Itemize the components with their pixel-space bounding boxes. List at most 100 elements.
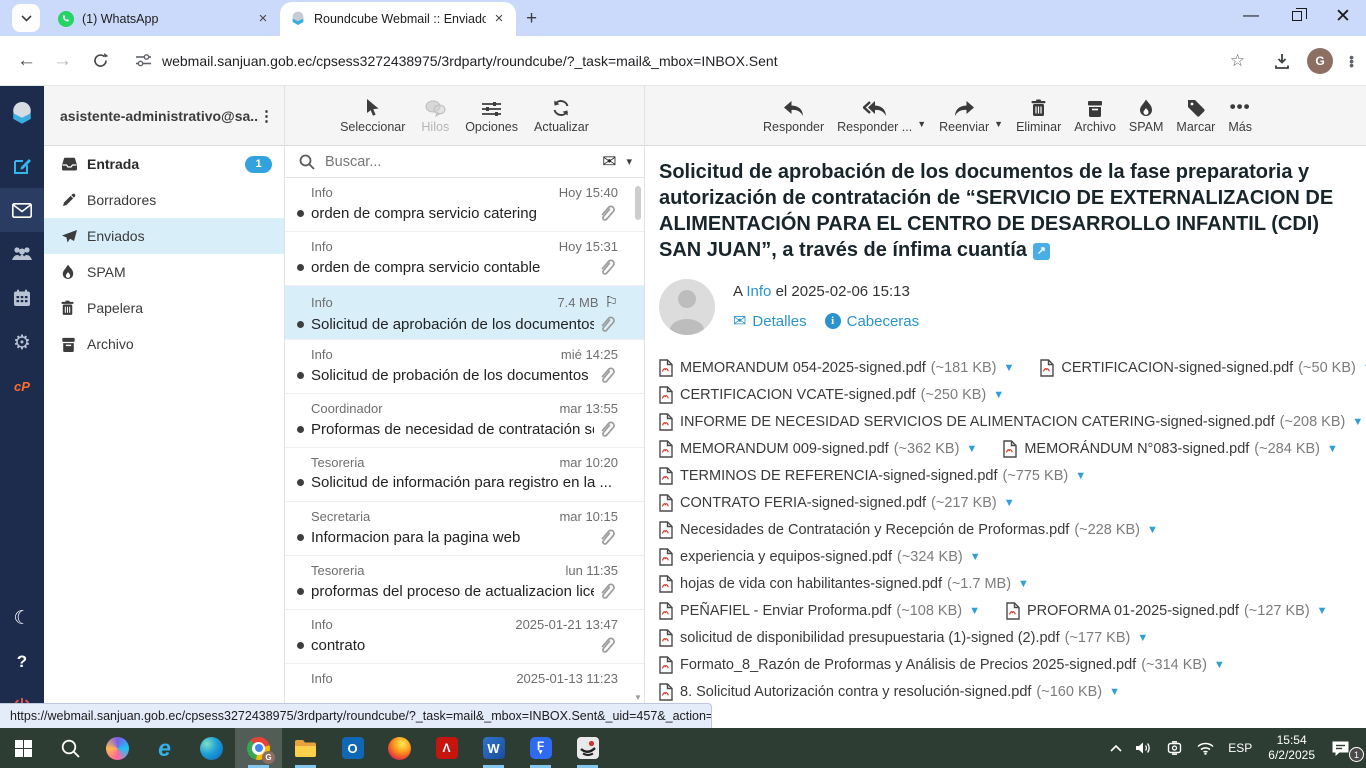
message-row[interactable]: Info mié 14:25 ⚐ Solicitud de probación … <box>285 340 644 394</box>
folder-item-archivo[interactable]: Archivo <box>44 326 284 362</box>
message-row[interactable]: Tesoreria lun 11:35 ⚐ proformas del proc… <box>285 556 644 610</box>
message-row[interactable]: Info 7.4 MB ⚐ Solicitud de aprobación de… <box>285 286 644 340</box>
search-scope-mail-icon[interactable]: ✉ <box>602 152 616 172</box>
attachment-item[interactable]: solicitud de disponibilidad presupuestar… <box>659 629 1148 647</box>
taskbar-acrobat[interactable]: Λ <box>423 728 470 768</box>
attachment-menu-caret[interactable]: ▼ <box>1137 632 1148 644</box>
attachment-item[interactable]: Formato_8_Razón de Proformas y Análisis … <box>659 656 1225 674</box>
spam-button[interactable]: SPAM <box>1129 97 1163 134</box>
attachment-menu-caret[interactable]: ▼ <box>1075 470 1086 482</box>
attachment-item[interactable]: PEÑAFIEL - Enviar Proforma.pdf (~108 KB)… <box>659 602 980 620</box>
forward-menu-caret[interactable]: ▼ <box>994 119 1003 129</box>
attachment-item[interactable]: 8. Solicitud Autorización contra y resol… <box>659 683 1120 701</box>
taskbar-file-explorer[interactable] <box>282 728 329 768</box>
account-menu-icon[interactable]: ⋮ <box>259 107 274 125</box>
settings-nav-button[interactable]: ⚙ <box>0 320 44 364</box>
taskbar-copilot[interactable] <box>94 728 141 768</box>
taskbar-chrome[interactable]: G <box>235 728 282 768</box>
message-row[interactable]: Tesoreria mar 10:20 ⚐ Solicitud de infor… <box>285 448 644 502</box>
help-button[interactable]: ? <box>0 640 44 684</box>
notification-center-button[interactable]: 1 <box>1324 728 1366 768</box>
attachment-menu-caret[interactable]: ▼ <box>1018 578 1029 590</box>
attachment-menu-caret[interactable]: ▼ <box>969 605 980 617</box>
message-row[interactable]: Info 2025-01-21 13:47 ⚐ contrato <box>285 610 644 664</box>
message-row[interactable]: Coordinador mar 13:55 ⚐ Proformas de nec… <box>285 394 644 448</box>
folder-item-papelera[interactable]: Papelera <box>44 290 284 326</box>
attachment-item[interactable]: CERTIFICACION-signed-signed.pdf (~50 KB)… <box>1040 359 1366 377</box>
attachment-menu-caret[interactable]: ▼ <box>1004 497 1015 509</box>
profile-avatar[interactable]: G <box>1307 47 1334 74</box>
reply-all-menu-caret[interactable]: ▼ <box>917 119 926 129</box>
attachment-menu-caret[interactable]: ▼ <box>1352 416 1363 428</box>
tab-close-icon[interactable]: × <box>490 10 508 28</box>
message-row[interactable]: Secretaria mar 10:15 ⚐ Informacion para … <box>285 502 644 556</box>
attachment-menu-caret[interactable]: ▼ <box>966 443 977 455</box>
taskbar-search-button[interactable] <box>47 728 94 768</box>
delete-button[interactable]: Eliminar <box>1016 97 1061 134</box>
attachment-item[interactable]: CONTRATO FERIA-signed-signed.pdf (~217 K… <box>659 494 1015 512</box>
attachment-menu-caret[interactable]: ▼ <box>1004 362 1015 374</box>
taskbar-f-app[interactable]: F ▾ <box>517 728 564 768</box>
select-button[interactable]: Seleccionar <box>340 97 405 134</box>
taskbar-firefox[interactable] <box>376 728 423 768</box>
taskbar-outlook[interactable]: O <box>329 728 376 768</box>
attachment-menu-caret[interactable]: ▼ <box>1327 443 1338 455</box>
attachment-item[interactable]: MEMORÁNDUM N°083-signed.pdf (~284 KB) ▼ <box>1003 440 1338 458</box>
new-tab-button[interactable]: + <box>526 8 537 30</box>
mark-button[interactable]: Marcar <box>1176 97 1215 134</box>
refresh-button[interactable]: Actualizar <box>534 97 589 134</box>
bookmark-star-icon[interactable]: ☆ <box>1230 51 1245 71</box>
browser-menu-icon[interactable]: • • • <box>1349 50 1354 72</box>
reload-button[interactable] <box>92 52 109 69</box>
mail-nav-button[interactable] <box>0 188 44 232</box>
folder-item-enviados[interactable]: Enviados <box>44 218 284 254</box>
message-row[interactable]: Info Hoy 15:31 ⚐ orden de compra servici… <box>285 232 644 286</box>
attachment-item[interactable]: MEMORANDUM 009-signed.pdf (~362 KB) ▼ <box>659 440 977 458</box>
window-close-button[interactable]: ✕ <box>1320 0 1366 32</box>
attachment-menu-caret[interactable]: ▼ <box>1147 524 1158 536</box>
taskbar-word[interactable]: W <box>470 728 517 768</box>
compose-button[interactable] <box>0 144 44 188</box>
attachment-menu-caret[interactable]: ▼ <box>1109 686 1120 698</box>
attachment-item[interactable]: MEMORANDUM 054-2025-signed.pdf (~181 KB)… <box>659 359 1014 377</box>
tab-search-button[interactable] <box>12 4 40 32</box>
more-button[interactable]: ••• Más <box>1228 97 1252 134</box>
language-indicator[interactable]: ESP <box>1221 728 1259 768</box>
headers-toggle[interactable]: i Cabeceras <box>824 313 919 330</box>
calendar-nav-button[interactable] <box>0 276 44 320</box>
dark-mode-button[interactable]: ☾ <box>0 596 44 640</box>
attachment-item[interactable]: INFORME DE NECESIDAD SERVICIOS DE ALIMEN… <box>659 413 1363 431</box>
forward-button[interactable]: Reenviar <box>939 97 989 134</box>
downloads-icon[interactable] <box>1273 52 1291 70</box>
attachment-item[interactable]: CERTIFICACION VCATE-signed.pdf (~250 KB)… <box>659 386 1004 404</box>
volume-icon[interactable] <box>1129 728 1159 768</box>
attachment-item[interactable]: TERMINOS DE REFERENCIA-signed-signed.pdf… <box>659 467 1086 485</box>
attachment-menu-caret[interactable]: ▼ <box>970 551 981 563</box>
folder-item-borradores[interactable]: Borradores <box>44 182 284 218</box>
taskbar-edge[interactable] <box>188 728 235 768</box>
taskbar-internet-explorer[interactable]: e <box>141 728 188 768</box>
reply-button[interactable]: Responder <box>763 97 824 134</box>
clock[interactable]: 15:54 6/2/2025 <box>1259 733 1324 763</box>
tray-chevron-up-icon[interactable] <box>1103 728 1129 768</box>
folder-item-spam[interactable]: SPAM <box>44 254 284 290</box>
forward-button[interactable]: → <box>53 50 72 72</box>
scroll-down-icon[interactable]: ▼ <box>633 693 643 702</box>
search-input[interactable] <box>325 153 603 170</box>
tab-roundcube[interactable]: Roundcube Webmail :: Enviados × <box>280 2 516 36</box>
window-restore-button[interactable] <box>1274 0 1320 32</box>
taskbar-java[interactable] <box>564 728 611 768</box>
start-button[interactable] <box>0 728 47 768</box>
recipient-link[interactable]: Info <box>746 283 771 300</box>
reply-all-button[interactable]: Responder ... <box>837 97 912 134</box>
attachment-item[interactable]: PROFORMA 01-2025-signed.pdf (~127 KB) ▼ <box>1006 602 1328 620</box>
cast-device-icon[interactable] <box>1159 728 1190 768</box>
address-bar[interactable]: webmail.sanjuan.gob.ec/cpsess3272438975/… <box>125 43 1260 78</box>
options-button[interactable]: Opciones <box>465 97 518 134</box>
tab-close-icon[interactable]: × <box>254 10 272 28</box>
attachment-item[interactable]: experiencia y equipos-signed.pdf (~324 K… <box>659 548 981 566</box>
cpanel-button[interactable]: cP <box>0 364 44 408</box>
folder-item-entrada[interactable]: Entrada 1 <box>44 146 284 182</box>
archive-button[interactable]: Archivo <box>1074 97 1116 134</box>
contacts-nav-button[interactable] <box>0 232 44 276</box>
